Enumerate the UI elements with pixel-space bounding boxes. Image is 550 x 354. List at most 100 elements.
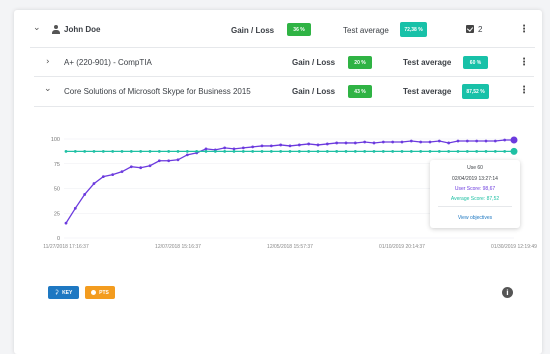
average-score-point: [307, 149, 311, 153]
average-score-point: [157, 149, 161, 153]
user-score-point: [111, 173, 115, 177]
info-icon[interactable]: i: [502, 287, 513, 298]
user-score-point: [223, 146, 227, 150]
user-score-point: [372, 141, 376, 145]
average-score-point: [223, 149, 227, 153]
user-score-point: [400, 140, 404, 144]
average-score-point: [297, 149, 301, 153]
average-score-point: [325, 149, 329, 153]
view-objectives-link[interactable]: View objectives: [430, 215, 520, 221]
user-score-point: [437, 139, 441, 143]
average-score-point: [195, 149, 199, 153]
key-button[interactable]: ⚳ KEY: [48, 286, 79, 299]
user-score-point: [465, 139, 469, 143]
average-score-point: [232, 149, 236, 153]
pts-button[interactable]: PTS: [85, 286, 115, 299]
average-score-point: [176, 149, 180, 153]
key-icon: ⚳: [54, 289, 60, 296]
average-score-point: [372, 149, 376, 153]
chart-tooltip: Use 60 02/04/2019 13:27:14 User Score: 9…: [430, 160, 520, 228]
user-score-point: [167, 159, 171, 163]
average-score-point: [465, 149, 469, 153]
user-score-point: [269, 144, 273, 148]
user-score-point: [428, 140, 432, 144]
average-score-point: [279, 149, 283, 153]
user-score-point: [297, 143, 301, 147]
average-score-point: [428, 149, 432, 153]
user-score-point: [279, 143, 283, 147]
average-score-point: [437, 149, 441, 153]
user-score-point: [307, 142, 311, 146]
x-tick-label: 01/10/2019 20:14:37: [379, 244, 425, 250]
user-score-point: [241, 146, 245, 150]
user-score-point: [484, 139, 488, 143]
average-score-point: [129, 149, 133, 153]
average-score-point: [241, 149, 245, 153]
user-score-point: [316, 143, 320, 147]
average-score-point: [269, 149, 273, 153]
average-score-point: [64, 149, 68, 153]
user-score-point: [176, 158, 180, 162]
user-score-point: [204, 147, 208, 151]
average-score-point: [185, 149, 189, 153]
user-score-point: [381, 140, 385, 144]
average-score-point: [148, 149, 152, 153]
average-score-point: [260, 149, 264, 153]
average-score-point: [316, 149, 320, 153]
user-score-point: [353, 141, 357, 145]
average-score-point: [101, 149, 105, 153]
user-score-point: [493, 139, 497, 143]
average-score-point: [251, 149, 255, 153]
average-score-point: [92, 149, 96, 153]
y-tick-label: 50: [54, 187, 60, 193]
user-score-point: [409, 139, 413, 143]
user-score-point: [157, 159, 161, 163]
average-score-point: [510, 147, 518, 155]
average-score-point: [288, 149, 292, 153]
average-score-point: [409, 149, 413, 153]
average-score-point: [139, 149, 143, 153]
average-score-point: [456, 149, 460, 153]
user-score-point: [139, 166, 143, 170]
y-tick-label: 100: [51, 137, 60, 143]
average-score-point: [83, 149, 87, 153]
tooltip-user-score: User Score: 98,67: [454, 186, 496, 192]
user-score-point: [288, 144, 292, 148]
user-score-point: [260, 144, 264, 148]
user-score-point: [83, 193, 87, 196]
user-score-point: [510, 136, 518, 144]
user-score-point: [92, 182, 96, 185]
average-score-point: [335, 149, 339, 153]
tooltip-average-score: Average Score: 87,52: [450, 196, 500, 202]
user-score-point: [64, 221, 68, 225]
user-score-point: [325, 142, 329, 146]
user-score-point: [503, 138, 507, 142]
average-score-point: [493, 149, 497, 153]
key-label: KEY: [62, 289, 73, 296]
y-tick-label: 0: [57, 236, 60, 242]
average-score-point: [167, 149, 171, 153]
pts-icon: [91, 290, 97, 295]
x-tick-label: 11/27/2018 17:16:37: [43, 244, 89, 250]
tooltip-title: Use 60: [467, 165, 483, 171]
user-score-point: [129, 165, 133, 169]
user-score-point: [73, 206, 77, 210]
tooltip-divider: [438, 206, 512, 207]
y-tick-label: 25: [54, 211, 60, 217]
user-score-point: [148, 164, 152, 168]
average-score-point: [111, 149, 115, 153]
average-score-point: [503, 149, 507, 153]
user-score-point: [447, 141, 451, 145]
average-score-point: [391, 149, 395, 153]
user-score-point: [363, 140, 367, 144]
user-score-point: [391, 140, 395, 144]
user-score-point: [475, 139, 479, 143]
y-tick-label: 75: [54, 162, 60, 168]
average-score-point: [447, 149, 451, 153]
tooltip-date: 02/04/2019 13:27:14: [452, 176, 498, 182]
average-score-point: [120, 149, 124, 153]
user-score-point: [344, 141, 348, 145]
x-tick-label: 01/30/2019 12:19:49: [491, 244, 537, 250]
user-score-point: [335, 141, 339, 145]
x-tick-label: 12/07/2018 15:16:37: [155, 244, 201, 250]
